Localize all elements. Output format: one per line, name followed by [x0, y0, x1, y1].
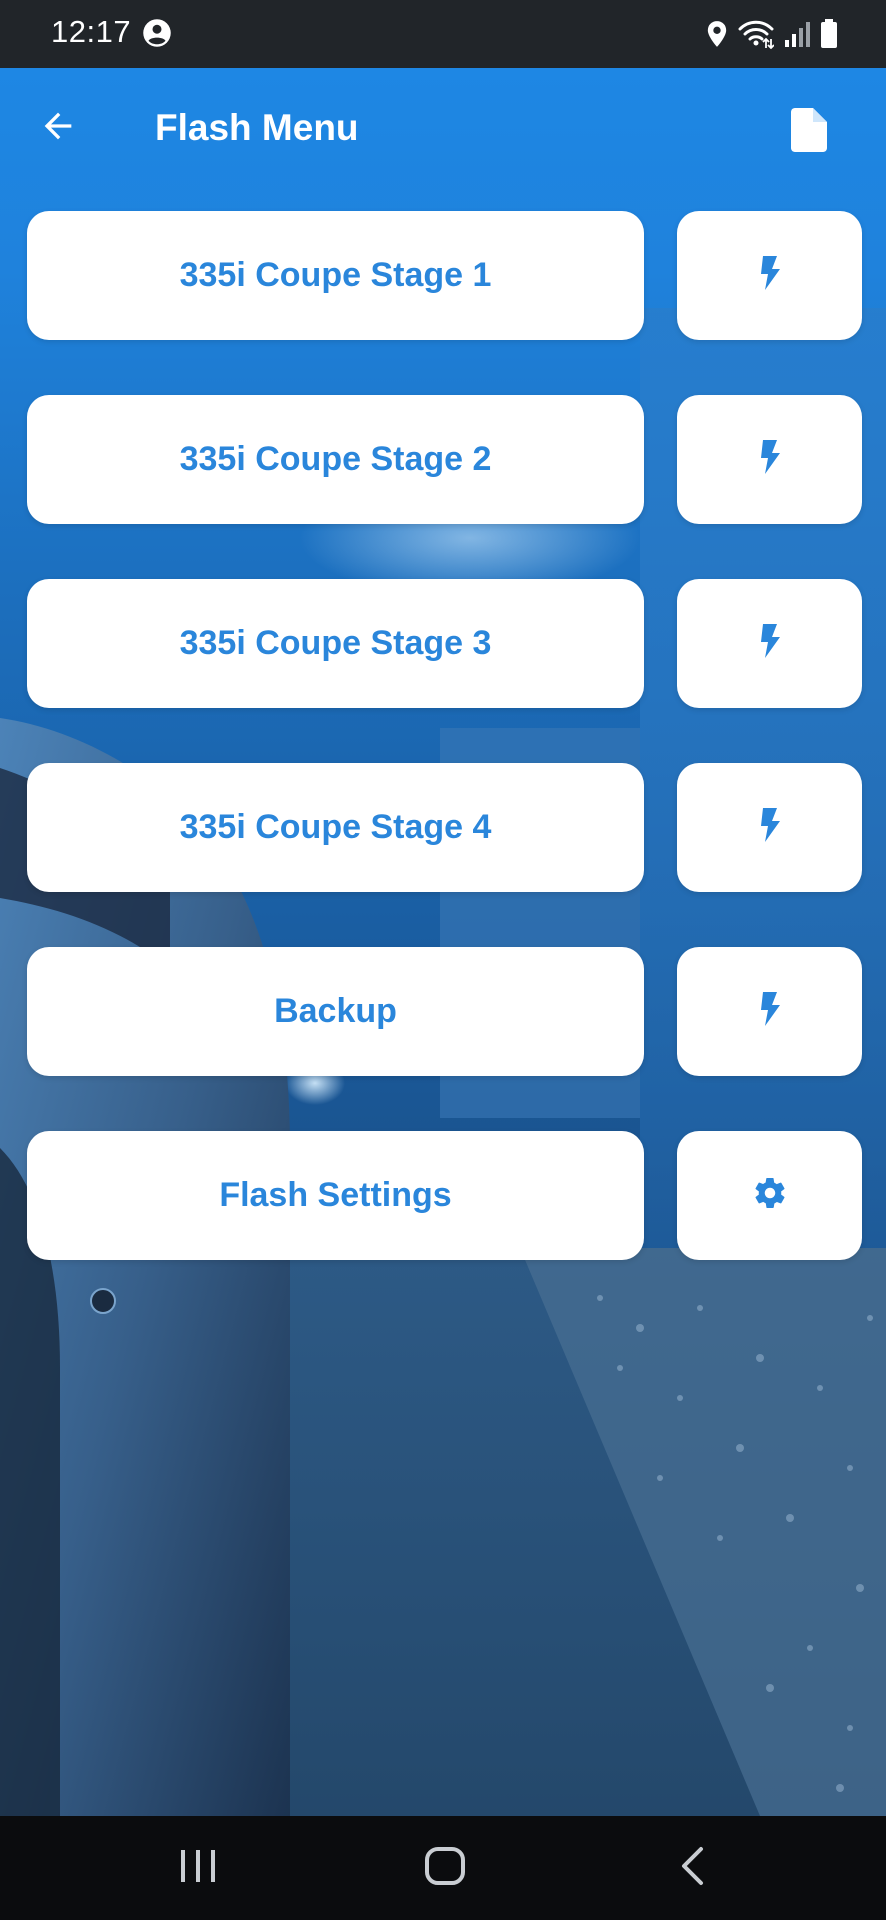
location-icon	[706, 20, 728, 48]
menu-row-stage-1: 335i Coupe Stage 1	[27, 211, 863, 340]
account-circle-icon	[142, 18, 172, 48]
flash-settings-gear-button[interactable]	[677, 1131, 862, 1260]
flash-icon	[759, 992, 781, 1031]
recents-icon	[179, 1848, 217, 1889]
menu-row-backup: Backup	[27, 947, 863, 1076]
status-bar: 12:17	[0, 0, 886, 68]
system-back-button[interactable]	[660, 1842, 724, 1894]
stage-4-flash-button[interactable]	[677, 763, 862, 892]
stage-2-flash-button[interactable]	[677, 395, 862, 524]
stage-3-flash-button[interactable]	[677, 579, 862, 708]
status-time: 12:17	[51, 14, 132, 49]
menu-row-flash-settings: Flash Settings	[27, 1131, 863, 1260]
arrow-left-icon	[38, 106, 78, 151]
gear-icon	[752, 1175, 788, 1216]
back-button[interactable]	[30, 100, 86, 156]
home-button[interactable]	[413, 1842, 477, 1894]
back-icon	[679, 1846, 705, 1891]
document-icon	[791, 107, 827, 157]
backup-flash-button[interactable]	[677, 947, 862, 1076]
recents-button[interactable]	[166, 1842, 230, 1894]
flash-icon	[759, 440, 781, 479]
status-icons	[706, 18, 838, 50]
app-area: Flash Menu 335i Coupe Stage 1 335i Coupe…	[0, 68, 886, 1816]
home-icon	[424, 1846, 466, 1891]
battery-icon	[820, 19, 838, 49]
menu-row-stage-2: 335i Coupe Stage 2	[27, 395, 863, 524]
flash-settings-button[interactable]: Flash Settings	[27, 1131, 644, 1260]
backup-button[interactable]: Backup	[27, 947, 644, 1076]
stage-3-button[interactable]: 335i Coupe Stage 3	[27, 579, 644, 708]
stage-4-button[interactable]: 335i Coupe Stage 4	[27, 763, 644, 892]
flash-icon	[759, 256, 781, 295]
menu-row-stage-3: 335i Coupe Stage 3	[27, 579, 863, 708]
menu-row-stage-4: 335i Coupe Stage 4	[27, 763, 863, 892]
flash-icon	[759, 624, 781, 663]
flash-icon	[759, 808, 781, 847]
stage-1-flash-button[interactable]	[677, 211, 862, 340]
stage-2-button[interactable]: 335i Coupe Stage 2	[27, 395, 644, 524]
app-bar: Flash Menu	[0, 68, 886, 192]
wifi-icon	[738, 19, 774, 49]
stage-1-button[interactable]: 335i Coupe Stage 1	[27, 211, 644, 340]
system-nav-bar	[0, 1816, 886, 1920]
signal-icon	[784, 20, 810, 48]
document-button[interactable]	[782, 104, 836, 160]
page-title: Flash Menu	[155, 107, 359, 148]
